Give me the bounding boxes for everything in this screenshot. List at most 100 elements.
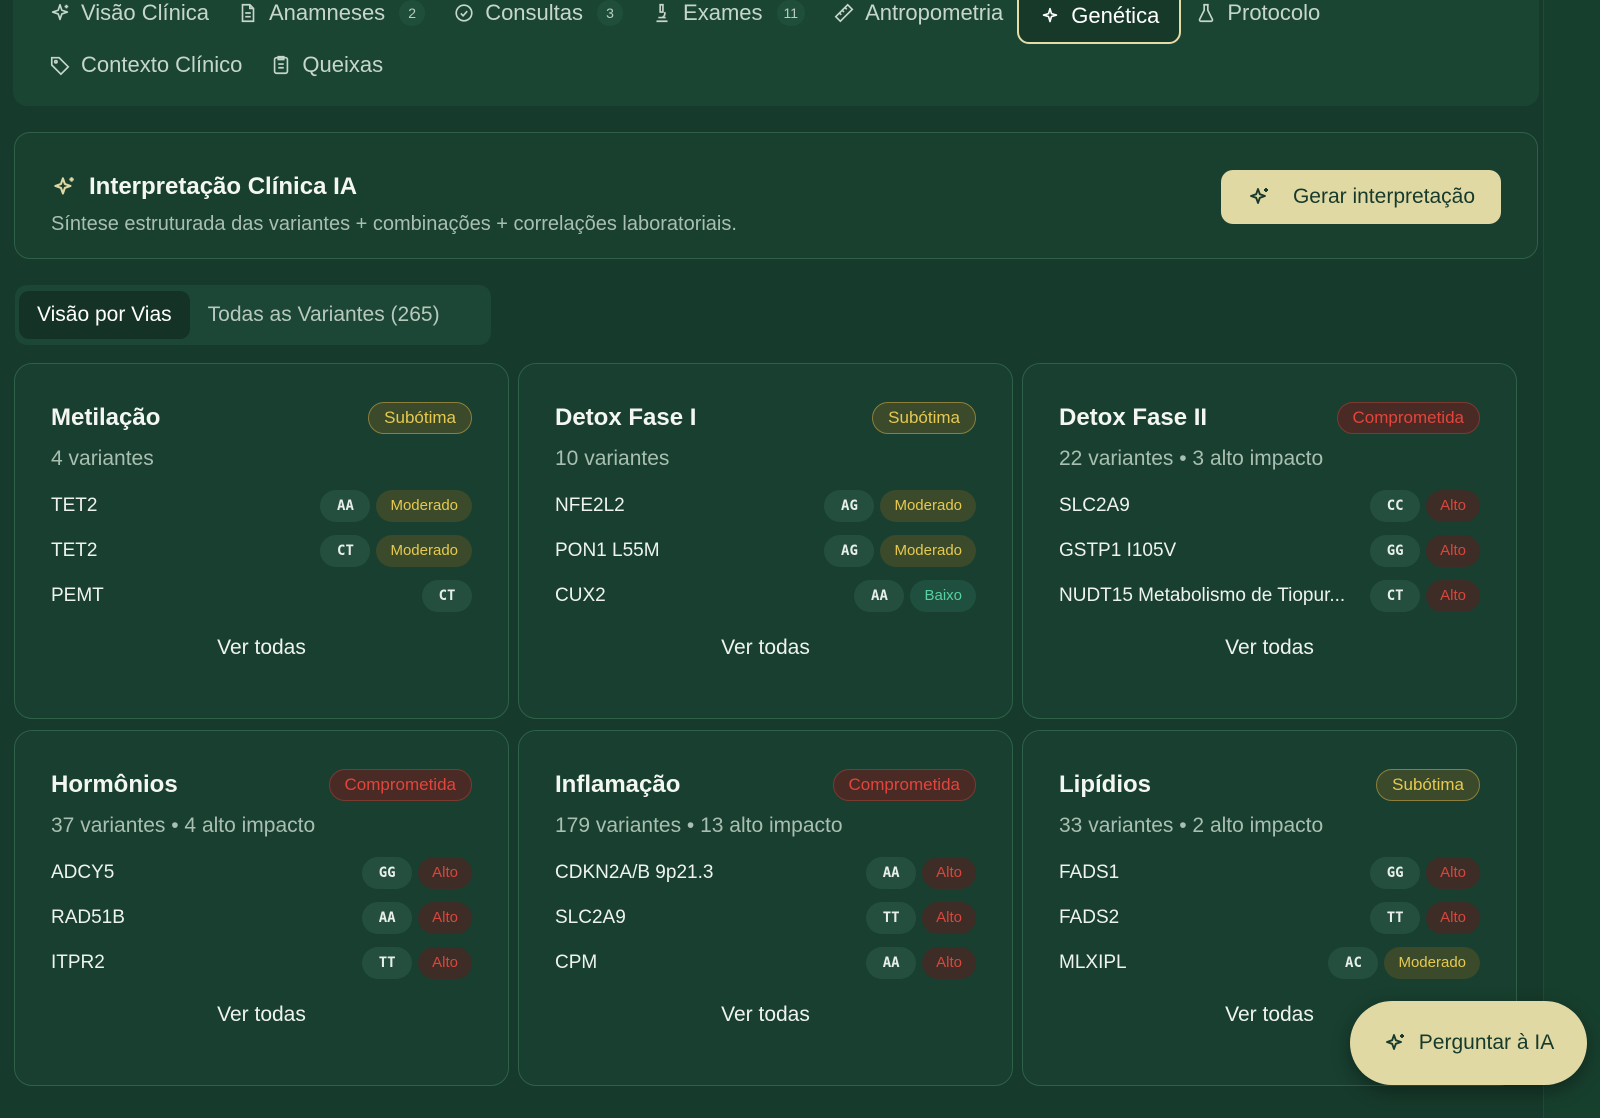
tab-antropometria[interactable]: Antropometria: [819, 0, 1017, 38]
variant-row: NUDT15 Metabolismo de Tiopur... CT Alto: [1059, 573, 1480, 618]
pathway-variant-count: 10 variantes: [555, 447, 670, 470]
generate-interpretation-button[interactable]: Gerar interpretação: [1221, 170, 1501, 224]
variant-gene: NFE2L2: [555, 494, 625, 516]
sparkle-icon: [1247, 185, 1271, 209]
variant-tags: CT: [422, 579, 472, 612]
pathway-variant-count: 33 variantes • 2 alto impacto: [1059, 814, 1324, 837]
impact-badge: Baixo: [910, 579, 976, 612]
impact-badge: Alto: [1426, 534, 1480, 567]
see-all-link[interactable]: Ver todas: [1023, 636, 1516, 660]
variant-row: TET2 AA Moderado: [51, 483, 472, 528]
variant-list: FADS1 GG Alto FADS2 TT Alto MLXIPL AC Moderado: [1059, 850, 1480, 985]
impact-badge: Alto: [1426, 489, 1480, 522]
tab-row-2: Contexto Clínico Queixas: [35, 40, 397, 90]
variant-gene: RAD51B: [51, 906, 125, 928]
variant-gene: FADS1: [1059, 861, 1120, 883]
view-by-pathway-button[interactable]: Visão por Vias: [19, 291, 190, 339]
variant-row: CPM AA Alto: [555, 940, 976, 985]
genotype-badge: CC: [1370, 489, 1421, 522]
sparkle-icon: [49, 2, 71, 24]
pathway-title: Detox Fase I: [555, 404, 697, 431]
genotype-badge: TT: [1370, 901, 1421, 934]
variant-row: FADS1 GG Alto: [1059, 850, 1480, 895]
variant-tags: AC Moderado: [1328, 946, 1480, 979]
variant-tags: TT Alto: [866, 901, 976, 934]
tab-visao-clinica[interactable]: Visão Clínica: [35, 0, 223, 38]
genotype-badge: AA: [866, 856, 917, 889]
variant-tags: TT Alto: [362, 946, 472, 979]
tab-label: Visão Clínica: [81, 0, 209, 25]
impact-badge: Moderado: [880, 534, 976, 567]
ruler-icon: [833, 2, 855, 24]
impact-badge: Alto: [1426, 901, 1480, 934]
tab-protocolo[interactable]: Protocolo: [1181, 0, 1334, 38]
sparkle-icon: [51, 174, 77, 200]
pathway-title: Inflamação: [555, 771, 681, 798]
impact-badge: Alto: [922, 856, 976, 889]
variant-row: NFE2L2 AG Moderado: [555, 483, 976, 528]
tab-count-badge: 11: [776, 0, 806, 26]
impact-badge: Alto: [418, 856, 472, 889]
see-all-link[interactable]: Ver todas: [15, 636, 508, 660]
tab-contexto-clinico[interactable]: Contexto Clínico: [35, 40, 256, 90]
pathway-card: Detox Fase II Comprometida 22 variantes • …: [1022, 363, 1517, 719]
genotype-badge: GG: [1370, 534, 1421, 567]
tab-exames[interactable]: Exames 11: [637, 0, 819, 38]
pathway-variant-count: 4 variantes: [51, 447, 154, 470]
variant-tags: AA Alto: [866, 946, 976, 979]
tab-count-badge: 3: [597, 0, 624, 26]
variant-gene: ITPR2: [51, 951, 105, 973]
variant-tags: CT Moderado: [320, 534, 472, 567]
impact-badge: Alto: [418, 901, 472, 934]
variant-tags: AG Moderado: [824, 534, 976, 567]
tab-queixas[interactable]: Queixas: [256, 40, 397, 90]
genotype-badge: CT: [1370, 579, 1421, 612]
genotype-badge: AA: [320, 489, 371, 522]
variant-list: TET2 AA Moderado TET2 CT Moderado PEMT CT: [51, 483, 472, 618]
status-badge: Comprometida: [832, 769, 976, 801]
tab-anamneses[interactable]: Anamneses 2: [223, 0, 439, 38]
variant-gene: CDKN2A/B 9p21.3: [555, 861, 714, 883]
genotype-badge: AG: [824, 534, 875, 567]
variant-list: SLC2A9 CC Alto GSTP1 I105V GG Alto NUDT15 Meta…: [1059, 483, 1480, 618]
genotype-badge: AA: [854, 579, 905, 612]
variant-tags: AA Moderado: [320, 489, 472, 522]
tab-genetica[interactable]: Genética: [1017, 0, 1182, 44]
ask-ai-button[interactable]: Perguntar à IA: [1350, 1001, 1587, 1085]
tab-row-1: Visão Clínica Anamneses 2 Consultas 3 Ex…: [35, 0, 1334, 44]
variant-row: SLC2A9 CC Alto: [1059, 483, 1480, 528]
document-icon: [237, 2, 259, 24]
variant-tags: AG Moderado: [824, 489, 976, 522]
variant-row: SLC2A9 TT Alto: [555, 895, 976, 940]
pathway-variant-count: 22 variantes • 3 alto impacto: [1059, 447, 1324, 470]
dna-sparkle-icon: [1039, 5, 1061, 27]
ai-interpretation-title: Interpretação Clínica IA: [51, 173, 357, 201]
variant-row: GSTP1 I105V GG Alto: [1059, 528, 1480, 573]
tab-label: Antropometria: [865, 0, 1004, 25]
impact-badge: Alto: [418, 946, 472, 979]
check-circle-icon: [453, 2, 475, 24]
clipboard-icon: [270, 54, 292, 76]
variant-list: ADCY5 GG Alto RAD51B AA Alto ITPR2 TT Alto: [51, 850, 472, 985]
see-all-link[interactable]: Ver todas: [519, 1003, 1012, 1027]
view-all-variants-button[interactable]: Todas as Variantes (265): [190, 291, 458, 339]
genotype-badge: AA: [866, 946, 917, 979]
tab-label: Protocolo: [1227, 0, 1321, 25]
status-badge: Comprometida: [1336, 402, 1480, 434]
pathway-variant-count: 37 variantes • 4 alto impacto: [51, 814, 316, 837]
variant-row: CDKN2A/B 9p21.3 AA Alto: [555, 850, 976, 895]
see-all-link[interactable]: Ver todas: [15, 1003, 508, 1027]
tab-consultas[interactable]: Consultas 3: [439, 0, 637, 38]
variant-tags: TT Alto: [1370, 901, 1480, 934]
impact-badge: Alto: [1426, 856, 1480, 889]
variant-row: PON1 L55M AG Moderado: [555, 528, 976, 573]
variant-gene: NUDT15 Metabolismo de Tiopur...: [1059, 584, 1346, 606]
genotype-badge: CT: [422, 579, 472, 612]
variant-gene: PON1 L55M: [555, 539, 660, 561]
see-all-link[interactable]: Ver todas: [519, 636, 1012, 660]
flask-icon: [1195, 2, 1217, 24]
pathway-card: Metilação Subótima 4 variantes TET2 AA Modera…: [14, 363, 509, 719]
variant-gene: GSTP1 I105V: [1059, 539, 1177, 561]
variant-gene: FADS2: [1059, 906, 1120, 928]
variant-gene: SLC2A9: [1059, 494, 1130, 516]
